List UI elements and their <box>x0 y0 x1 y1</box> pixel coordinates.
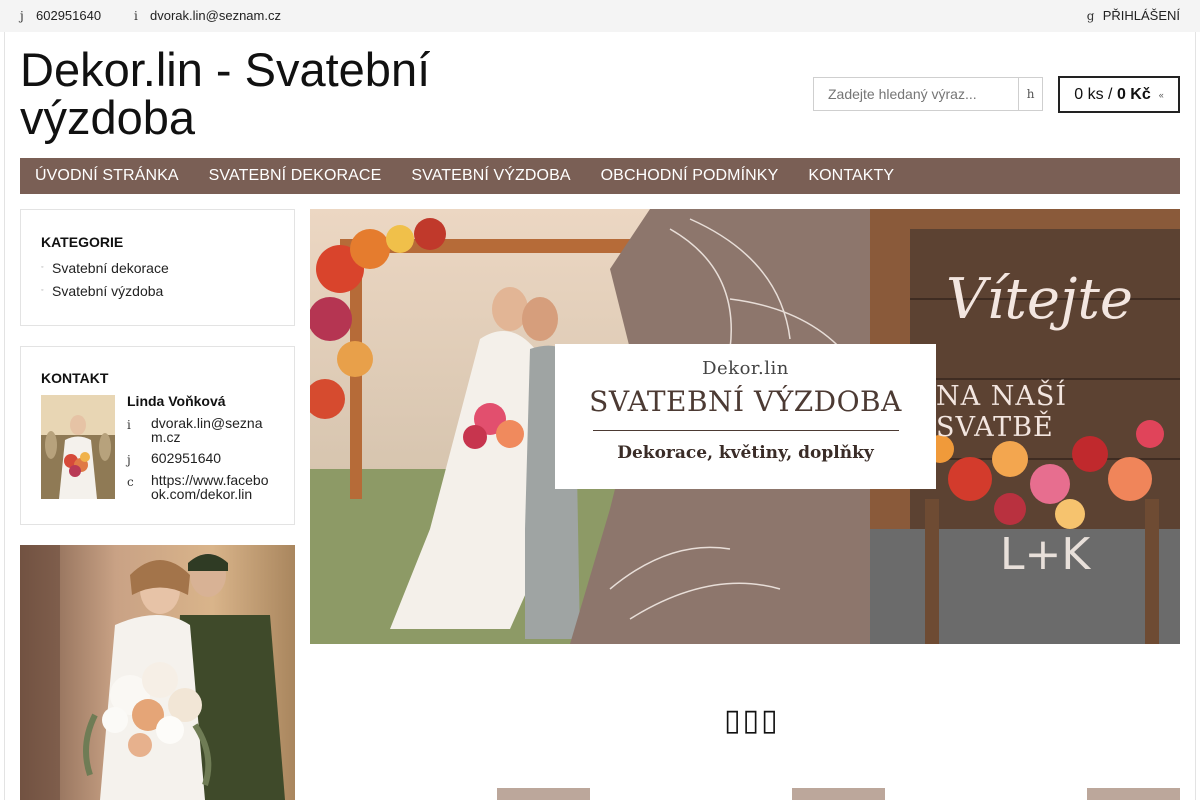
contact-heading: KONTAKT <box>41 370 109 386</box>
main-nav: ÚVODNÍ STRÁNKA SVATEBNÍ DEKORACE SVATEBN… <box>20 158 1180 194</box>
login-label: PŘIHLÁŠENÍ <box>1102 8 1180 23</box>
nav-item-contacts[interactable]: KONTAKTY <box>808 167 894 185</box>
category-item[interactable]: ◦ Svatební dekorace <box>41 256 274 279</box>
top-bar: j 602951640 i dvorak.lin@seznam.cz g PŘI… <box>0 0 1200 32</box>
contact-email-text: dvorak.lin@seznam.cz <box>151 415 263 445</box>
email-icon: i <box>134 8 138 23</box>
user-icon: g <box>1086 8 1095 23</box>
search-form: h <box>813 77 1043 111</box>
product-tab-stub[interactable] <box>1087 788 1180 800</box>
banner-title: SVATEBNÍ VÝZDOBA <box>589 385 902 418</box>
contact-phone-text: 602951640 <box>151 450 222 466</box>
contact-phone[interactable]: j 602951640 <box>127 451 271 467</box>
category-item[interactable]: ◦ Svatební výzdoba <box>41 279 274 302</box>
category-label: Svatební dekorace <box>52 259 169 276</box>
phone-icon: j <box>127 453 131 467</box>
category-label: Svatební výzdoba <box>52 282 164 299</box>
slider-dots[interactable]: ▯▯▯ <box>724 703 780 738</box>
hero-banner[interactable]: Vítejte NA NAŠÍ SVATBĚ L+K Dekor.lin SVA… <box>310 209 1180 644</box>
contact-photo <box>41 395 115 499</box>
cart-price: 0 Kč <box>1116 85 1151 103</box>
cart-arrow-icon: « <box>1158 89 1164 100</box>
bullet-icon: ◦ <box>41 264 44 271</box>
site-title[interactable]: Dekor.lin - Svatební výzdoba <box>20 46 480 142</box>
nav-item-home[interactable]: ÚVODNÍ STRÁNKA <box>35 167 179 185</box>
topbar-phone-text: 602951640 <box>36 8 102 23</box>
email-icon: i <box>127 418 131 432</box>
sign-text-wedding: NA NAŠÍ SVATBĚ <box>936 381 1067 443</box>
banner-brand: Dekor.lin <box>702 358 789 379</box>
banner-card: Dekor.lin SVATEBNÍ VÝZDOBA Dekorace, kvě… <box>555 344 936 489</box>
topbar-email[interactable]: i dvorak.lin@seznam.cz <box>134 8 281 23</box>
contact-name: Linda Voňková <box>127 393 226 409</box>
bullet-icon: ◦ <box>41 287 44 294</box>
sidebar-photo[interactable] <box>20 545 295 800</box>
phone-icon: j <box>20 8 24 23</box>
nav-item-terms[interactable]: OBCHODNÍ PODMÍNKY <box>601 167 779 185</box>
contact-facebook[interactable]: c https://www.facebook.com/dekor.lin <box>127 473 271 501</box>
product-tab-stub[interactable] <box>497 788 590 800</box>
nav-item-wedding-decor[interactable]: SVATEBNÍ VÝZDOBA <box>411 167 570 185</box>
contact-box: KONTAKT Linda Voňková i dvorak.lin@sezna… <box>20 346 295 525</box>
cart-count: 0 ks / <box>1074 85 1113 103</box>
product-tab-stub[interactable] <box>792 788 885 800</box>
cart-button[interactable]: 0 ks / 0 Kč « <box>1058 76 1180 113</box>
search-icon: h <box>1026 87 1035 101</box>
topbar-phone[interactable]: j 602951640 <box>20 8 101 23</box>
categories-heading: KATEGORIE <box>41 234 124 250</box>
sign-text-welcome: Vítejte <box>946 267 1134 332</box>
topbar-email-text: dvorak.lin@seznam.cz <box>150 8 281 23</box>
contact-facebook-text: https://www.facebook.com/dekor.lin <box>151 472 269 502</box>
login-link[interactable]: g PŘIHLÁŠENÍ <box>1087 8 1180 23</box>
sign-text-initials: L+K <box>1000 529 1091 580</box>
nav-item-wedding-decorations[interactable]: SVATEBNÍ DEKORACE <box>209 167 382 185</box>
banner-divider <box>592 430 899 431</box>
search-button[interactable]: h <box>1018 78 1042 110</box>
categories-list: ◦ Svatební dekorace ◦ Svatební výzdoba <box>41 256 274 302</box>
banner-subtitle: Dekorace, květiny, doplňky <box>617 443 874 463</box>
contact-email[interactable]: i dvorak.lin@seznam.cz <box>127 416 271 444</box>
facebook-icon: c <box>127 475 134 489</box>
categories-box: KATEGORIE ◦ Svatební dekorace ◦ Svatební v… <box>20 209 295 326</box>
search-input[interactable] <box>814 78 1019 110</box>
